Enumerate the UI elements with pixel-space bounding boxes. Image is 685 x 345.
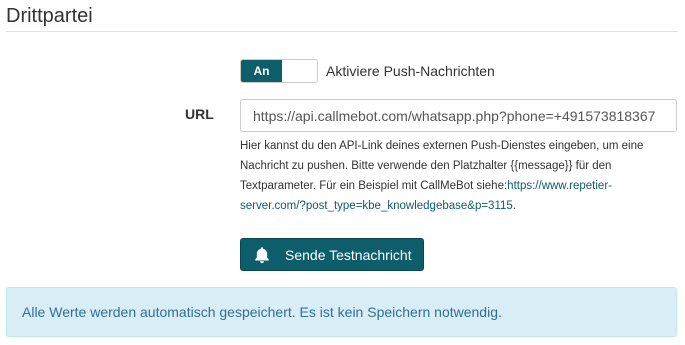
send-test-message-label: Sende Testnachricht (285, 246, 412, 263)
url-help-text: Hier kannst du den API-Link deines exter… (240, 136, 668, 216)
send-test-message-button[interactable]: Sende Testnachricht (240, 238, 424, 271)
settings-panel: Drittpartei An Aktiviere Push-Nachrichte… (0, 0, 685, 345)
bell-icon (255, 246, 269, 263)
section-divider (6, 31, 678, 32)
url-help-suffix: . (512, 200, 516, 212)
push-toggle[interactable]: An (240, 59, 318, 83)
toggle-on-state[interactable]: An (241, 60, 282, 82)
push-toggle-label: Aktiviere Push-Nachrichten (326, 63, 495, 79)
url-label: URL (185, 106, 214, 122)
autosave-info-alert: Alle Werte werden automatisch gespeicher… (6, 287, 677, 337)
push-toggle-row: An Aktiviere Push-Nachrichten (240, 58, 495, 84)
url-input[interactable] (240, 99, 677, 132)
toggle-off-state[interactable] (282, 60, 317, 82)
section-title: Drittpartei (6, 5, 93, 27)
